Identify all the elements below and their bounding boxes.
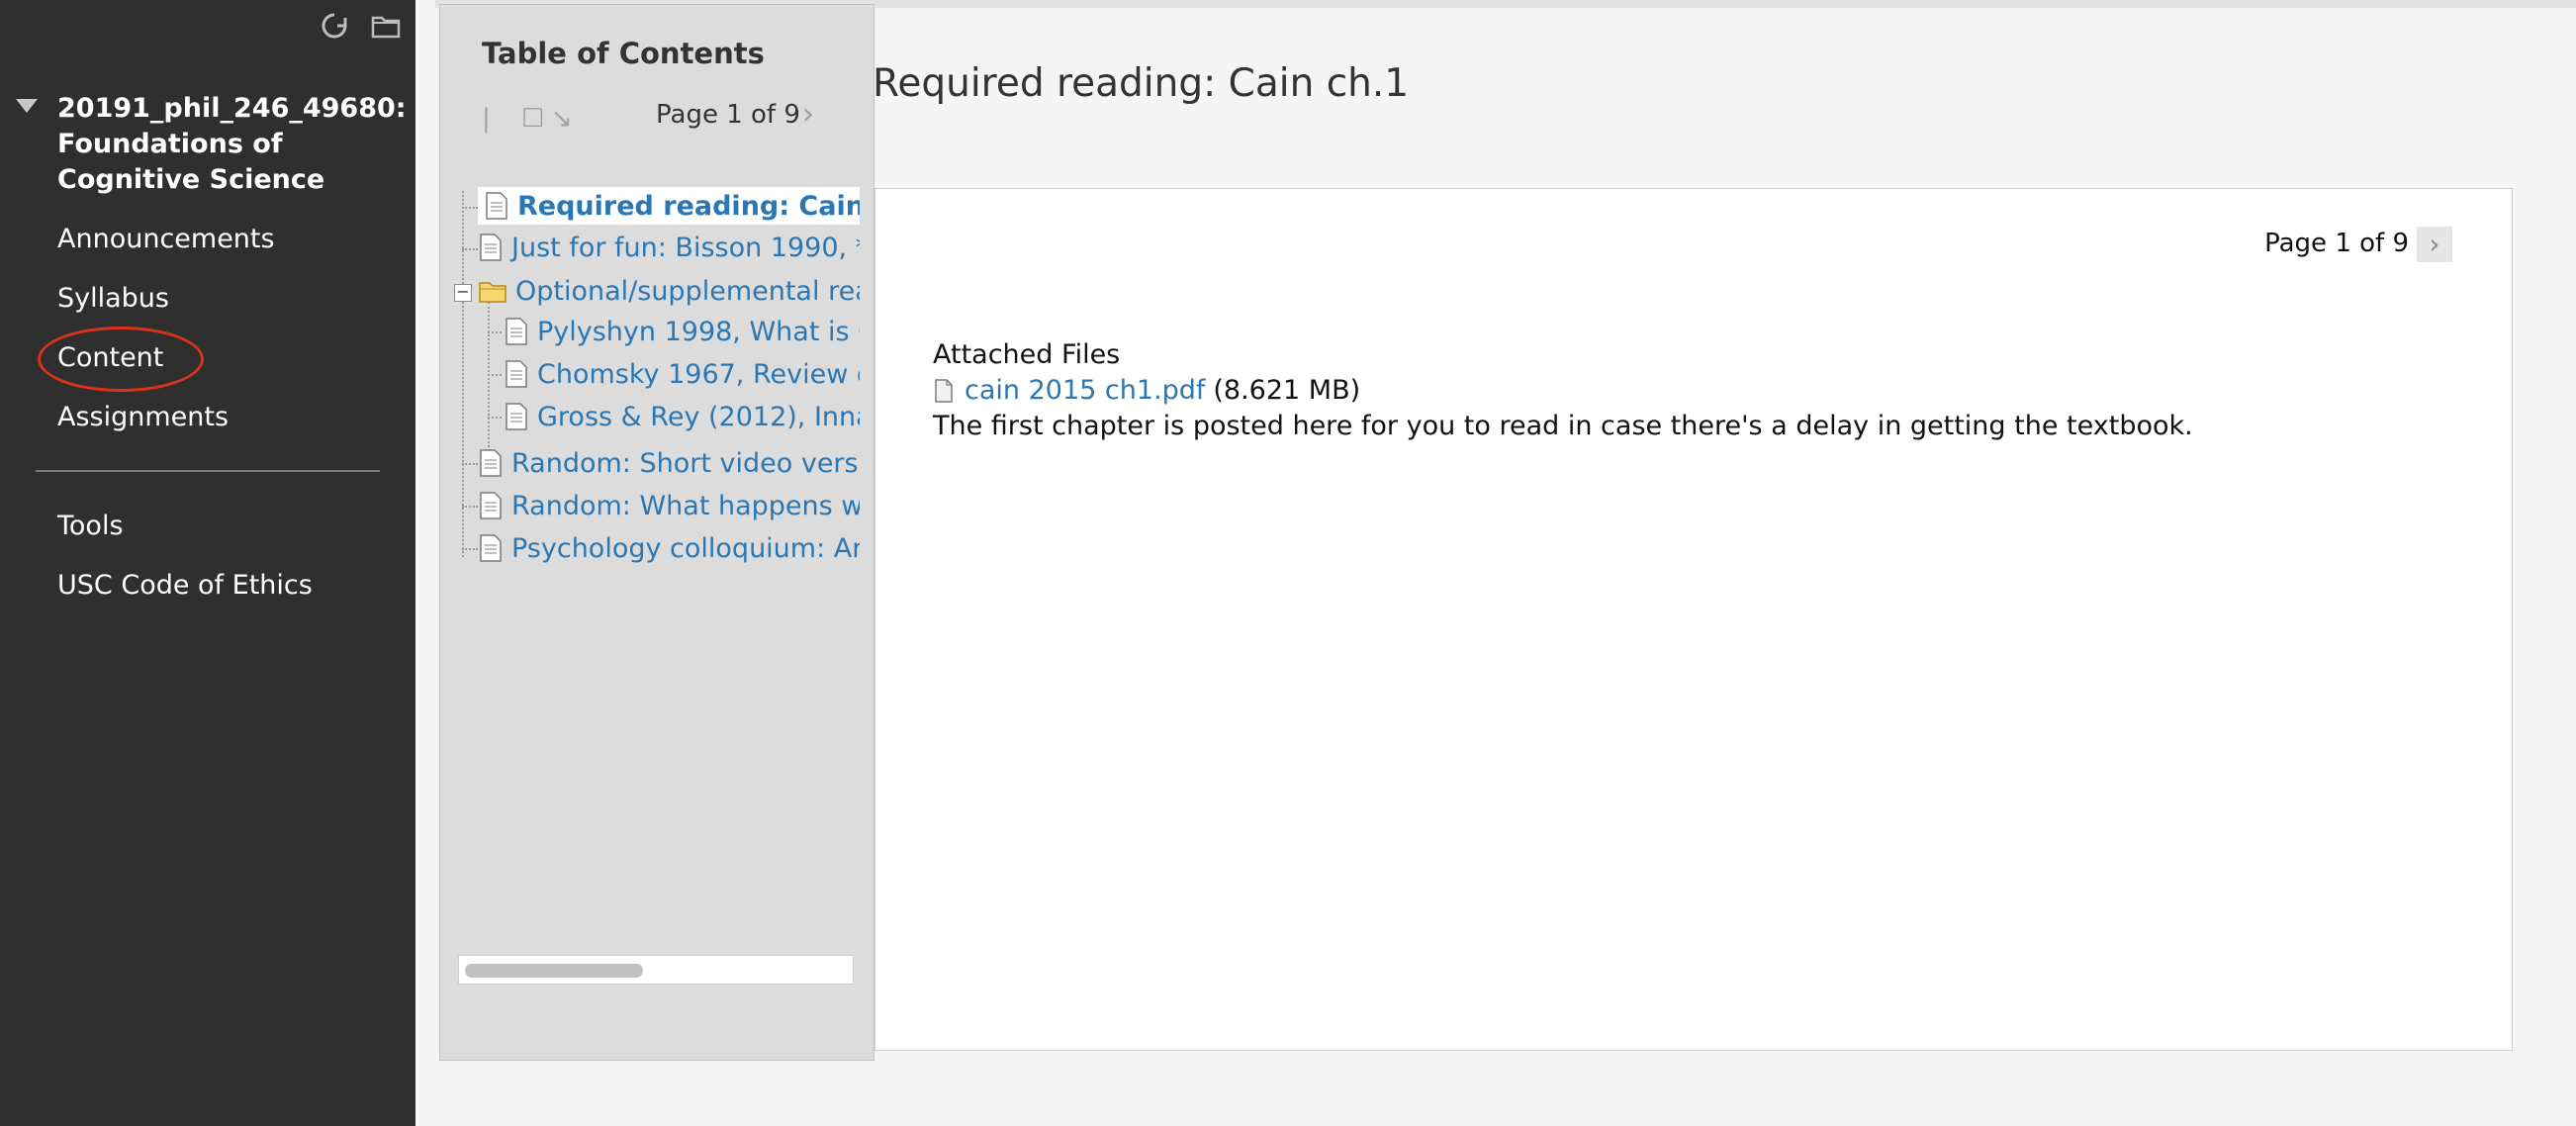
collapse-folder-icon[interactable]: − xyxy=(454,284,472,302)
table-of-contents-panel: Table of Contents | ☐ ↘ Page 1 of 9 › Re… xyxy=(439,4,874,1061)
content-highlight-circle xyxy=(38,327,204,392)
course-sidebar: 20191_phil_246_49680: Foundations of Cog… xyxy=(0,0,415,1126)
folder-icon xyxy=(479,282,506,303)
content-panel: Page 1 of 9 › Attached Files cain 2015 c… xyxy=(874,188,2513,1051)
document-icon xyxy=(506,318,527,345)
tree-line xyxy=(488,302,490,455)
refresh-icon[interactable] xyxy=(319,10,350,42)
toc-item-label: Random: Short video versio xyxy=(511,447,860,479)
tree-line xyxy=(488,331,502,333)
toc-item[interactable]: Random: What happens wh xyxy=(478,487,860,524)
document-icon xyxy=(506,403,527,430)
tree-line xyxy=(462,191,464,557)
sidebar-item-assignments[interactable]: Assignments xyxy=(57,402,229,432)
attached-file-link[interactable]: cain 2015 ch1.pdf xyxy=(965,375,1205,406)
sidebar-top-icons xyxy=(319,10,402,42)
content-page-indicator: Page 1 of 9 xyxy=(2264,229,2409,258)
toc-item-label: Chomsky 1967, Review c xyxy=(537,358,860,390)
toc-collapse-icon[interactable]: ☐ xyxy=(521,106,547,132)
content-description: The first chapter is posted here for you… xyxy=(933,411,2193,441)
scrollbar-thumb[interactable] xyxy=(465,964,643,978)
sidebar-item-syllabus[interactable]: Syllabus xyxy=(57,283,169,314)
file-icon xyxy=(935,378,953,403)
tree-line xyxy=(488,417,502,419)
file-size: (8.621 MB) xyxy=(1213,375,1361,406)
document-icon xyxy=(506,360,527,388)
tree-line xyxy=(462,248,478,250)
folder-icon[interactable] xyxy=(370,10,402,42)
next-page-button[interactable]: › xyxy=(2417,227,2452,262)
toc-item-label: Pylyshyn 1998, What is C xyxy=(537,316,860,347)
sidebar-divider xyxy=(36,470,380,472)
tree-line xyxy=(462,548,478,550)
toc-expand-arrow-icon[interactable]: ↘ xyxy=(551,106,577,132)
toc-item-label: Required reading: Cain ch xyxy=(517,190,860,222)
document-icon xyxy=(480,534,502,562)
toc-horizontal-scrollbar[interactable] xyxy=(458,955,854,985)
document-icon xyxy=(480,234,502,261)
toc-tree: Required reading: Cain ch Just for fun: … xyxy=(454,183,860,569)
page-title: Required reading: Cain ch.1 xyxy=(873,61,1410,106)
tree-line xyxy=(462,506,478,508)
toc-item-label: Psychology colloquium: Anc xyxy=(511,532,860,564)
collapse-triangle-icon[interactable] xyxy=(16,99,38,113)
toc-item[interactable]: Pylyshyn 1998, What is C xyxy=(504,313,860,350)
toc-item[interactable]: Random: Short video versio xyxy=(478,444,860,482)
toc-next-page-icon[interactable]: › xyxy=(802,100,814,130)
toc-item[interactable]: Gross & Rey (2012), Inna xyxy=(504,398,860,435)
toc-item-selected[interactable]: Required reading: Cain ch xyxy=(478,187,860,225)
toc-item-label: Gross & Rey (2012), Inna xyxy=(537,401,860,432)
toc-item-label: Just for fun: Bisson 1990, *T xyxy=(511,232,860,263)
tree-line xyxy=(488,374,502,376)
document-icon xyxy=(486,192,507,220)
toc-item[interactable]: Psychology colloquium: Anc xyxy=(478,529,860,567)
toc-item-label: Optional/supplemental rea xyxy=(515,275,860,307)
sidebar-item-tools[interactable]: Tools xyxy=(57,511,124,541)
toc-item-label: Random: What happens wh xyxy=(511,490,860,521)
toc-title: Table of Contents xyxy=(482,37,765,70)
attached-file-row: cain 2015 ch1.pdf (8.621 MB) xyxy=(933,375,1360,406)
attached-files-label: Attached Files xyxy=(933,339,1121,370)
sidebar-item-code-of-ethics[interactable]: USC Code of Ethics xyxy=(57,570,313,601)
course-title[interactable]: 20191_phil_246_49680: Foundations of Cog… xyxy=(57,91,407,198)
tree-line xyxy=(462,463,478,465)
document-icon xyxy=(480,492,502,519)
sidebar-item-announcements[interactable]: Announcements xyxy=(57,224,275,254)
document-icon xyxy=(480,449,502,477)
toc-item[interactable]: Just for fun: Bisson 1990, *T xyxy=(478,229,860,266)
toc-page-indicator: Page 1 of 9 xyxy=(656,100,800,130)
toc-folder[interactable]: Optional/supplemental rea xyxy=(478,272,860,310)
toc-divider-icon: | xyxy=(482,104,491,134)
toc-item[interactable]: Chomsky 1967, Review c xyxy=(504,355,860,393)
tree-line xyxy=(462,207,478,209)
